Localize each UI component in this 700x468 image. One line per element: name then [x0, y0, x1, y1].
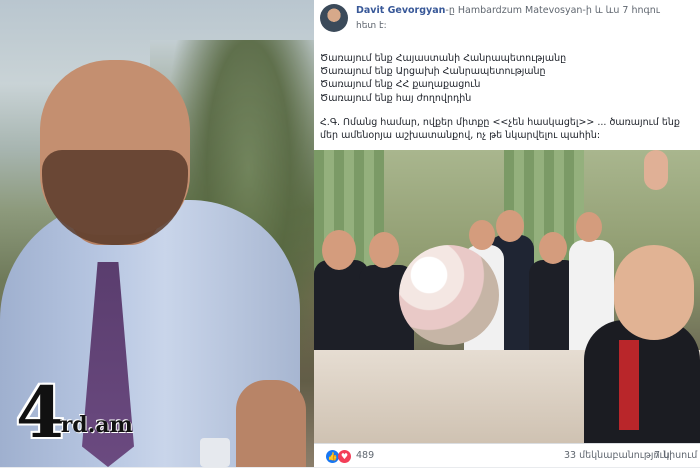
- post-ps-line-1: Հ.Գ. Ոմանց համար, ովքեր միտքը <<չեն հասկ…: [320, 116, 680, 128]
- logo-text: rd.am: [60, 412, 133, 438]
- person-face: [539, 232, 567, 264]
- post-header: Davit Gevorgyan-ը Hambardzum Matevosyan-…: [356, 5, 660, 16]
- post-body: Ծառայում ենք Հայաստանի Հանրապետությանը Ծ…: [320, 52, 692, 142]
- reactions-count[interactable]: 489: [356, 450, 374, 461]
- flower-bouquet: [399, 245, 499, 345]
- author-name-link[interactable]: Davit Gevorgyan: [356, 5, 445, 16]
- person-face: [576, 212, 602, 242]
- person-face: [369, 232, 399, 268]
- selfie-person-tie: [619, 340, 639, 430]
- cup: [200, 438, 230, 467]
- logo-number: 4: [16, 371, 65, 454]
- shares-count-link[interactable]: 7 կիսում: [654, 450, 697, 461]
- post-line-3: Ծառայում ենք ՀՀ քաղաքացուն: [320, 79, 481, 91]
- post-ps-line-2: մեր ամենօրյա աշխատանքով, ոչ թե նկարվելու…: [320, 130, 601, 142]
- person-hand: [236, 380, 306, 467]
- post-line-4: Ծառայում ենք հայ ժողովրդին: [320, 92, 472, 104]
- left-photo: 4 rd.am: [0, 0, 314, 467]
- person-face: [496, 210, 524, 242]
- post-footer: 👍 ♥ 489 33 մեկնաբանություն 7 կիսում: [314, 443, 700, 468]
- love-reaction-icon[interactable]: ♥: [338, 450, 351, 463]
- post-action-text: -ը Hambardzum Matevosyan-ի և ևս 7 հոգու: [445, 5, 660, 16]
- post-line-1: Ծառայում ենք Հայաստանի Հանրապետությանը: [320, 53, 567, 64]
- site-logo: 4 rd.am: [16, 378, 133, 448]
- selfie-person-face: [614, 245, 694, 340]
- post-subline: հետ է:: [356, 21, 387, 31]
- post-photo[interactable]: [314, 150, 700, 443]
- person-face: [469, 220, 495, 250]
- person-face: [322, 230, 356, 270]
- waving-hand: [644, 150, 668, 190]
- facebook-post: Davit Gevorgyan-ը Hambardzum Matevosyan-…: [314, 0, 700, 467]
- post-line-2: Ծառայում ենք Արցախի Հանրապետությանը: [320, 66, 546, 78]
- author-avatar[interactable]: [320, 4, 348, 32]
